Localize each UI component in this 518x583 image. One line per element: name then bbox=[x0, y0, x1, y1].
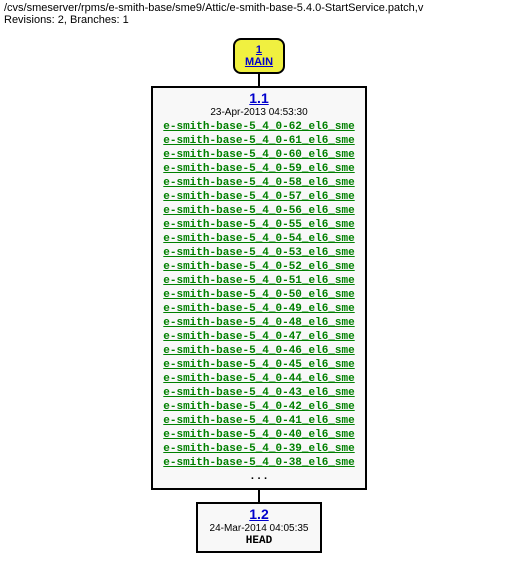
tag-link[interactable]: e-smith-base-5_4_0-40_el6_sme bbox=[159, 428, 359, 442]
head-label: HEAD bbox=[210, 535, 309, 547]
branch-number: 1 bbox=[256, 44, 262, 56]
tag-link[interactable]: e-smith-base-5_4_0-38_el6_sme bbox=[159, 456, 359, 470]
tag-link[interactable]: e-smith-base-5_4_0-46_el6_sme bbox=[159, 344, 359, 358]
tag-link[interactable]: e-smith-base-5_4_0-55_el6_sme bbox=[159, 218, 359, 232]
branch-node: 1 MAIN bbox=[0, 38, 518, 74]
tag-link[interactable]: e-smith-base-5_4_0-52_el6_sme bbox=[159, 260, 359, 274]
tag-link[interactable]: e-smith-base-5_4_0-48_el6_sme bbox=[159, 316, 359, 330]
tag-link[interactable]: e-smith-base-5_4_0-59_el6_sme bbox=[159, 162, 359, 176]
revisions-summary: Revisions: 2, Branches: 1 bbox=[4, 14, 514, 26]
tag-link[interactable]: e-smith-base-5_4_0-50_el6_sme bbox=[159, 288, 359, 302]
tag-link[interactable]: e-smith-base-5_4_0-53_el6_sme bbox=[159, 246, 359, 260]
tag-link[interactable]: e-smith-base-5_4_0-57_el6_sme bbox=[159, 190, 359, 204]
tag-link[interactable]: e-smith-base-5_4_0-54_el6_sme bbox=[159, 232, 359, 246]
tags-ellipsis: ... bbox=[159, 470, 359, 484]
tag-link[interactable]: e-smith-base-5_4_0-44_el6_sme bbox=[159, 372, 359, 386]
revision-1-tags: e-smith-base-5_4_0-62_el6_smee-smith-bas… bbox=[159, 120, 359, 470]
tag-link[interactable]: e-smith-base-5_4_0-45_el6_sme bbox=[159, 358, 359, 372]
tag-link[interactable]: e-smith-base-5_4_0-56_el6_sme bbox=[159, 204, 359, 218]
tag-link[interactable]: e-smith-base-5_4_0-43_el6_sme bbox=[159, 386, 359, 400]
tag-link[interactable]: e-smith-base-5_4_0-60_el6_sme bbox=[159, 148, 359, 162]
revision-diagram: 1 MAIN 1.1 23-Apr-2013 04:53:30 e-smith-… bbox=[0, 28, 518, 583]
revision-node-1: 1.1 23-Apr-2013 04:53:30 e-smith-base-5_… bbox=[0, 86, 518, 490]
header: /cvs/smeserver/rpms/e-smith-base/sme9/At… bbox=[0, 0, 518, 28]
tag-link[interactable]: e-smith-base-5_4_0-47_el6_sme bbox=[159, 330, 359, 344]
tag-link[interactable]: e-smith-base-5_4_0-39_el6_sme bbox=[159, 442, 359, 456]
revision-1-date: 23-Apr-2013 04:53:30 bbox=[159, 107, 359, 118]
file-path: /cvs/smeserver/rpms/e-smith-base/sme9/At… bbox=[4, 2, 514, 14]
connector-line bbox=[258, 490, 260, 502]
tag-link[interactable]: e-smith-base-5_4_0-41_el6_sme bbox=[159, 414, 359, 428]
branch-main-link[interactable]: 1 MAIN bbox=[233, 38, 285, 74]
tag-link[interactable]: e-smith-base-5_4_0-61_el6_sme bbox=[159, 134, 359, 148]
revision-box-2: 1.2 24-Mar-2014 04:05:35 HEAD bbox=[196, 502, 323, 553]
tag-link[interactable]: e-smith-base-5_4_0-42_el6_sme bbox=[159, 400, 359, 414]
revision-box-1: 1.1 23-Apr-2013 04:53:30 e-smith-base-5_… bbox=[151, 86, 367, 490]
tag-link[interactable]: e-smith-base-5_4_0-51_el6_sme bbox=[159, 274, 359, 288]
tag-link[interactable]: e-smith-base-5_4_0-62_el6_sme bbox=[159, 120, 359, 134]
connector-line bbox=[258, 74, 260, 86]
revision-2-date: 24-Mar-2014 04:05:35 bbox=[210, 523, 309, 534]
revision-node-2: 1.2 24-Mar-2014 04:05:35 HEAD bbox=[0, 502, 518, 553]
tag-link[interactable]: e-smith-base-5_4_0-49_el6_sme bbox=[159, 302, 359, 316]
branch-label: MAIN bbox=[245, 56, 273, 68]
revision-1-link[interactable]: 1.1 bbox=[159, 90, 359, 106]
revision-2-link[interactable]: 1.2 bbox=[210, 506, 309, 522]
tag-link[interactable]: e-smith-base-5_4_0-58_el6_sme bbox=[159, 176, 359, 190]
